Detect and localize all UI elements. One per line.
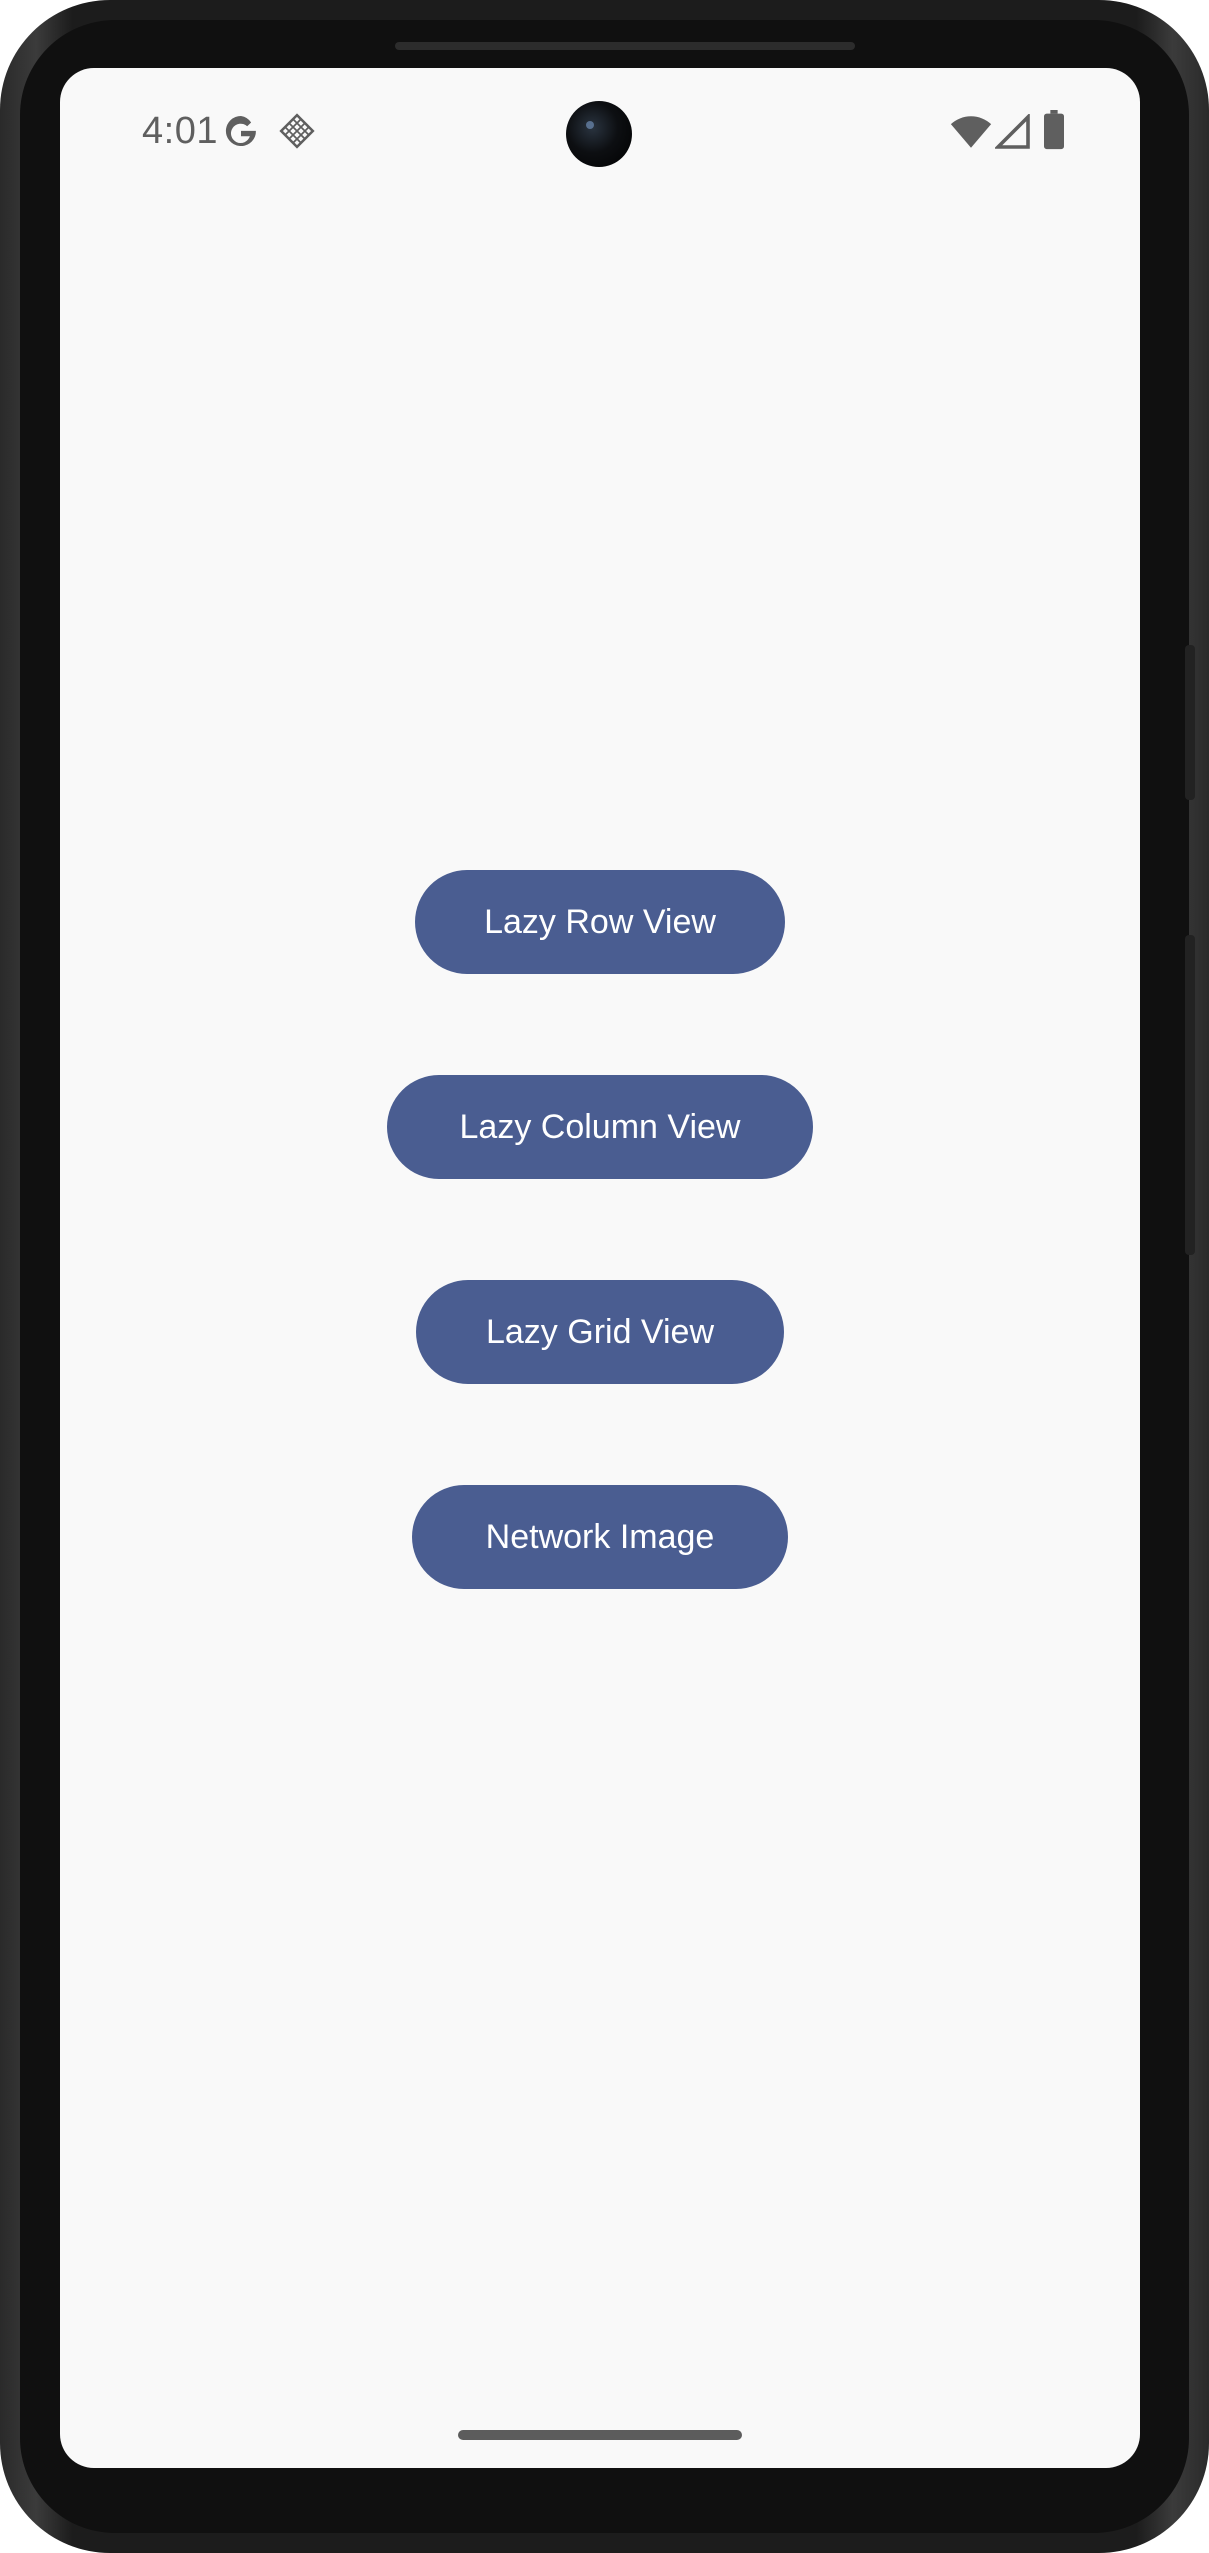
earpiece-slit xyxy=(395,42,855,50)
status-bar: 4:01 xyxy=(60,68,1140,198)
wifi-icon xyxy=(950,116,992,148)
battery-icon xyxy=(1044,110,1064,150)
app-screen: 4:01 Lazy Row View Lazy Column View Lazy… xyxy=(60,68,1140,2468)
lazy-grid-view-button[interactable]: Lazy Grid View xyxy=(416,1280,784,1384)
network-image-button[interactable]: Network Image xyxy=(412,1485,788,1589)
diamond-grid-icon xyxy=(279,113,315,149)
lazy-column-view-button[interactable]: Lazy Column View xyxy=(387,1075,813,1179)
gesture-home-bar[interactable] xyxy=(458,2430,742,2440)
front-camera xyxy=(566,101,632,167)
lazy-row-view-button[interactable]: Lazy Row View xyxy=(415,870,785,974)
cellular-signal-icon xyxy=(995,114,1030,149)
status-time: 4:01 xyxy=(142,110,218,152)
device-frame: 4:01 Lazy Row View Lazy Column View Lazy… xyxy=(0,0,1209,2553)
power-button xyxy=(1185,645,1195,800)
volume-rocker xyxy=(1185,935,1195,1255)
google-g-icon xyxy=(225,115,256,147)
